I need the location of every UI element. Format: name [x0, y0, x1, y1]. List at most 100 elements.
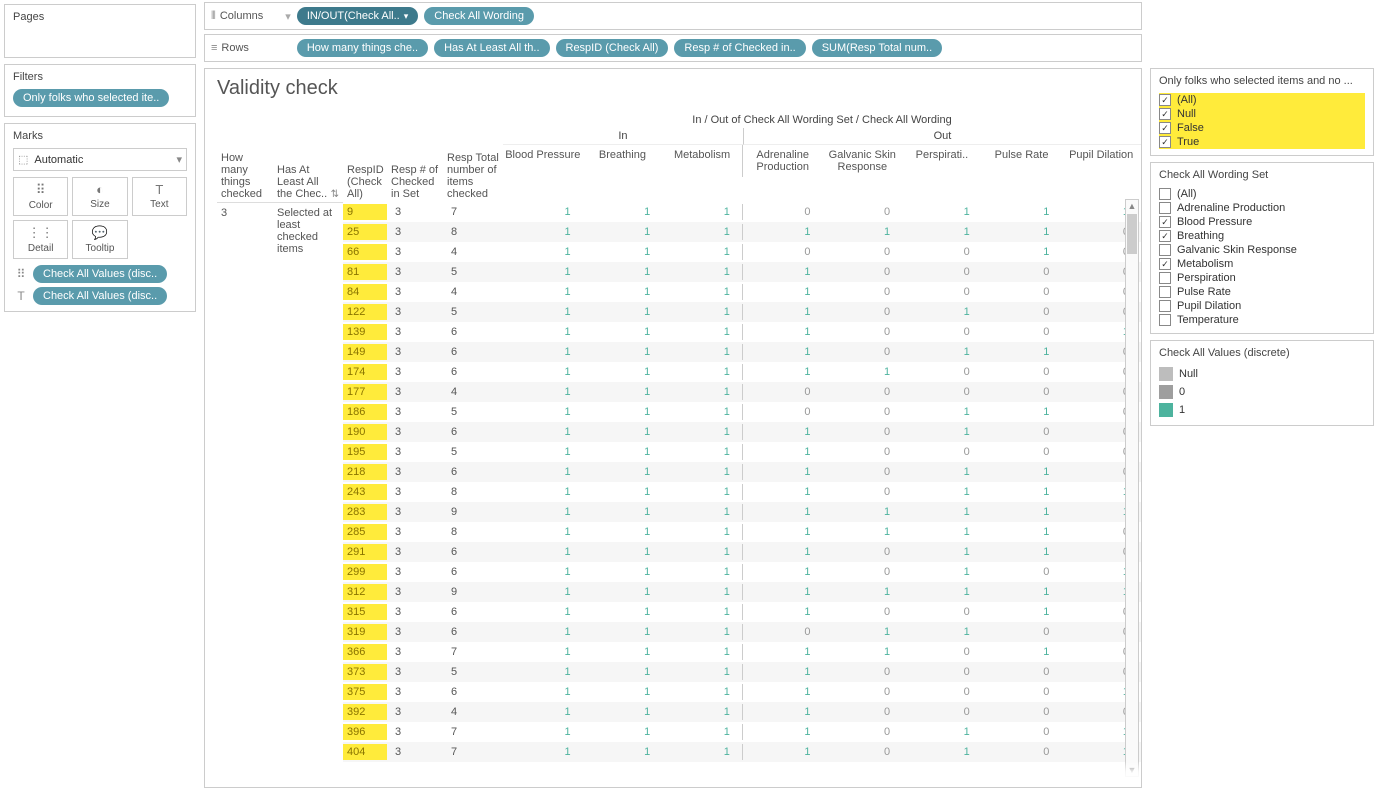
- col-header-6[interactable]: Pulse Rate: [982, 145, 1062, 177]
- scroll-thumb[interactable]: [1127, 214, 1137, 254]
- size-icon: ◐: [75, 182, 124, 197]
- cell-set: 3: [387, 464, 443, 480]
- marks-pill-2[interactable]: Check All Values (disc..: [33, 287, 167, 305]
- cell-total: 4: [443, 384, 503, 400]
- table-row[interactable]: 3663711111010: [343, 642, 1141, 662]
- filter-option[interactable]: True: [1159, 135, 1365, 149]
- rows-label: ≡Rows: [211, 42, 291, 54]
- table-row[interactable]: 843411110000: [343, 282, 1141, 302]
- vertical-scrollbar[interactable]: ▲ ▼: [1125, 199, 1139, 777]
- table-row[interactable]: 1393611110001: [343, 322, 1141, 342]
- marks-size-button[interactable]: ◐Size: [72, 177, 127, 216]
- pages-shelf[interactable]: Pages: [4, 4, 196, 58]
- table-row[interactable]: 3733511110000: [343, 662, 1141, 682]
- scroll-up-icon[interactable]: ▲: [1126, 201, 1138, 211]
- table-row[interactable]: 253811111110: [343, 222, 1141, 242]
- rows-pill-4[interactable]: SUM(Resp Total num..: [812, 39, 942, 57]
- filter-option[interactable]: Adrenaline Production: [1159, 201, 1365, 215]
- col-header-7[interactable]: Pupil Dilation: [1061, 145, 1141, 177]
- legend-item[interactable]: Null: [1159, 365, 1365, 383]
- table-row[interactable]: 2913611110110: [343, 542, 1141, 562]
- data-cell: 1: [902, 724, 982, 740]
- table-row[interactable]: 93711100111: [343, 202, 1141, 222]
- data-cell: 0: [902, 284, 982, 300]
- data-cell: 1: [583, 524, 663, 540]
- filter-option[interactable]: Metabolism: [1159, 257, 1365, 271]
- filter-option[interactable]: (All): [1159, 187, 1365, 201]
- table-row[interactable]: 3153611110010: [343, 602, 1141, 622]
- filter-option[interactable]: False: [1159, 121, 1365, 135]
- cell-total: 6: [443, 464, 503, 480]
- filter-option[interactable]: Perspiration: [1159, 271, 1365, 285]
- data-cell: 1: [823, 364, 903, 380]
- col-header-3[interactable]: Adrenaline Production: [742, 145, 823, 177]
- table-row[interactable]: 2833911111111: [343, 502, 1141, 522]
- col-header-0[interactable]: Blood Pressure: [503, 145, 583, 177]
- table-row[interactable]: 3963711110101: [343, 722, 1141, 742]
- table-row[interactable]: 1223511110100: [343, 302, 1141, 322]
- table-row[interactable]: 1493611110110: [343, 342, 1141, 362]
- table-row[interactable]: 1743611111000: [343, 362, 1141, 382]
- filter-option[interactable]: Temperature: [1159, 313, 1365, 327]
- table-row[interactable]: 2183611110110: [343, 462, 1141, 482]
- filter-option[interactable]: Pulse Rate: [1159, 285, 1365, 299]
- data-cell: 0: [742, 244, 823, 260]
- marks-text-button[interactable]: TText: [132, 177, 187, 216]
- data-cell: 1: [823, 584, 903, 600]
- marks-color-button[interactable]: ⠿Color: [13, 177, 68, 216]
- table-row[interactable]: 2993611110101: [343, 562, 1141, 582]
- marks-type-select[interactable]: Automatic: [13, 148, 187, 171]
- marks-detail-button[interactable]: ⋮⋮Detail: [13, 220, 68, 259]
- col-header-4[interactable]: Galvanic Skin Response: [823, 145, 903, 177]
- columns-shelf[interactable]: ⦀Columns▾ IN/OUT(Check All..Check All Wo…: [204, 2, 1142, 30]
- rows-pill-3[interactable]: Resp # of Checked in..: [674, 39, 805, 57]
- rows-pill-1[interactable]: Has At Least All th..: [434, 39, 549, 57]
- table-row[interactable]: 3123911111111: [343, 582, 1141, 602]
- table-row[interactable]: 3193611101100: [343, 622, 1141, 642]
- filter-option[interactable]: Breathing: [1159, 229, 1365, 243]
- data-cell: 0: [742, 624, 823, 640]
- table-row[interactable]: 1863511100110: [343, 402, 1141, 422]
- rows-shelf[interactable]: ≡Rows How many things che.. Has At Least …: [204, 34, 1142, 62]
- columns-pill-1[interactable]: Check All Wording: [424, 7, 534, 25]
- table-row[interactable]: 1773411100000: [343, 382, 1141, 402]
- col-header-2[interactable]: Metabolism: [662, 145, 742, 177]
- table-row[interactable]: 1903611110100: [343, 422, 1141, 442]
- table-row[interactable]: 813511110000: [343, 262, 1141, 282]
- checkbox-icon: [1159, 94, 1171, 106]
- table-row[interactable]: 3923411110000: [343, 702, 1141, 722]
- table-row[interactable]: 663411100010: [343, 242, 1141, 262]
- data-cell: 1: [503, 724, 583, 740]
- legend-item[interactable]: 0: [1159, 383, 1365, 401]
- filter-option[interactable]: Pupil Dilation: [1159, 299, 1365, 313]
- data-cell: 1: [742, 444, 823, 460]
- table-row[interactable]: 2433811110111: [343, 482, 1141, 502]
- filter-pill[interactable]: Only folks who selected ite..: [13, 89, 169, 107]
- filter-wordingset-title: Check All Wording Set: [1159, 169, 1365, 181]
- col-header-5[interactable]: Perspirati..: [902, 145, 982, 177]
- cell-total: 6: [443, 424, 503, 440]
- data-cell: 1: [742, 324, 823, 340]
- table-row[interactable]: 3753611110001: [343, 682, 1141, 702]
- col-header-1[interactable]: Breathing: [583, 145, 663, 177]
- filter-option[interactable]: (All): [1159, 93, 1365, 107]
- cell-set: 3: [387, 284, 443, 300]
- data-cell: 1: [503, 264, 583, 280]
- marks-pill-1[interactable]: Check All Values (disc..: [33, 265, 167, 283]
- filters-shelf[interactable]: Filters Only folks who selected ite..: [4, 64, 196, 117]
- rows-pill-2[interactable]: RespID (Check All): [556, 39, 669, 57]
- rows-pill-0[interactable]: How many things che..: [297, 39, 428, 57]
- filter-option[interactable]: Galvanic Skin Response: [1159, 243, 1365, 257]
- columns-pill-0[interactable]: IN/OUT(Check All..: [297, 7, 418, 25]
- data-cell: 0: [823, 564, 903, 580]
- marks-card: Marks Automatic ⠿Color ◐Size TText ⋮⋮Det…: [4, 123, 196, 312]
- table-row[interactable]: 2853811111110: [343, 522, 1141, 542]
- table-row[interactable]: 4043711110101: [343, 742, 1141, 762]
- table-row[interactable]: 1953511110000: [343, 442, 1141, 462]
- filter-option[interactable]: Blood Pressure: [1159, 215, 1365, 229]
- marks-tooltip-button[interactable]: 💬Tooltip: [72, 220, 127, 259]
- sort-icon[interactable]: ⇅: [331, 189, 339, 200]
- cell-respid: 319: [343, 624, 387, 640]
- filter-option[interactable]: Null: [1159, 107, 1365, 121]
- legend-item[interactable]: 1: [1159, 401, 1365, 419]
